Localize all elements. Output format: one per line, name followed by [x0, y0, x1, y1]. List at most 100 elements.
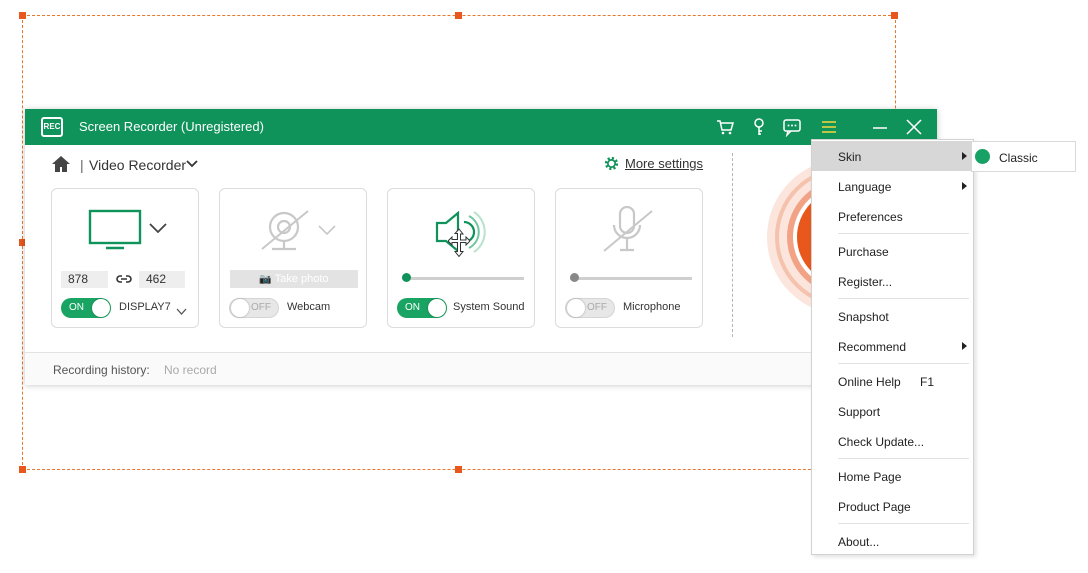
cart-icon[interactable] — [715, 117, 735, 137]
menu-item-label: Check Update... — [838, 435, 925, 449]
chevron-down-icon[interactable] — [185, 157, 199, 171]
menu-item-product-page[interactable]: Product Page — [812, 491, 973, 521]
breadcrumb-separator: | — [80, 157, 84, 173]
menu-item-shortcut: F1 — [920, 375, 935, 389]
microphone-disabled-icon[interactable] — [598, 205, 656, 255]
system-sound-slider[interactable] — [402, 277, 524, 280]
link-ratio-icon[interactable] — [116, 272, 132, 286]
recording-history-value[interactable]: No record — [164, 363, 217, 377]
menu-item-label: Language — [838, 180, 892, 194]
app-logo: REC — [41, 117, 63, 137]
display-card: 878 462 ON DISPLAY7 — [51, 188, 199, 328]
submenu-arrow-icon — [962, 152, 967, 160]
system-sound-slider-knob[interactable] — [402, 273, 411, 282]
menu-item-label: Register... — [838, 275, 893, 289]
menu-item-preferences[interactable]: Preferences — [812, 201, 973, 231]
webcam-disabled-icon[interactable] — [256, 207, 312, 253]
take-photo-button[interactable]: 📷 Take photo — [230, 270, 358, 288]
menu-item-register[interactable]: Register... — [812, 266, 973, 296]
menu-separator — [838, 363, 969, 364]
minimize-icon[interactable] — [870, 117, 890, 137]
close-icon[interactable] — [904, 117, 924, 137]
region-handle-bottom-middle[interactable] — [455, 466, 462, 473]
feedback-icon[interactable] — [782, 117, 802, 138]
recording-history-bar: Recording history: No record — [25, 352, 937, 385]
display-toggle[interactable]: ON — [61, 298, 111, 318]
toggle-label: ON — [69, 302, 84, 313]
camera-icon: 📷 — [259, 274, 272, 285]
menu-item-label: Product Page — [838, 500, 911, 514]
width-field[interactable]: 878 — [61, 271, 108, 288]
menu-item-label: About... — [838, 535, 880, 549]
toggle-knob — [92, 299, 110, 317]
webcam-dropdown-icon[interactable] — [318, 223, 336, 236]
menu-item-home-page[interactable]: Home Page — [812, 461, 973, 491]
menu-item-snapshot[interactable]: Snapshot — [812, 301, 973, 331]
region-handle-top-left[interactable] — [19, 12, 26, 19]
region-handle-top-middle[interactable] — [455, 12, 462, 19]
menu-item-label: Snapshot — [838, 310, 889, 324]
skin-submenu: Classic — [971, 141, 1076, 172]
divider — [732, 153, 733, 337]
menu-separator — [838, 233, 969, 234]
region-handle-top-right[interactable] — [891, 12, 898, 19]
microphone-label: Microphone — [623, 301, 681, 313]
menu-item-label: Recommend — [838, 340, 907, 354]
main-menu: Skin Language Preferences Purchase Regis… — [811, 139, 974, 555]
recorder-mode-select[interactable]: Video Recorder — [89, 157, 186, 173]
menu-item-label: Purchase — [838, 245, 889, 259]
more-settings-link[interactable]: More settings — [625, 156, 703, 171]
menu-item-recommend[interactable]: Recommend — [812, 331, 973, 361]
webcam-toggle[interactable]: OFF — [229, 298, 279, 318]
skin-color-swatch — [975, 149, 990, 164]
display-label: DISPLAY7 — [119, 301, 171, 313]
recording-history-label: Recording history: — [53, 363, 150, 377]
menu-item-support[interactable]: Support — [812, 396, 973, 426]
recorder-window: REC Screen Recorder (Unregistered) | Vid… — [25, 109, 937, 385]
display-select-chevron-icon[interactable] — [176, 303, 187, 315]
region-handle-bottom-left[interactable] — [19, 466, 26, 473]
window-title: Screen Recorder (Unregistered) — [79, 119, 264, 134]
toggle-label: ON — [405, 302, 420, 313]
microphone-card: OFF Microphone — [555, 188, 703, 328]
system-sound-card: ON System Sound — [387, 188, 535, 328]
take-photo-label: Take photo — [274, 273, 329, 285]
toggle-label: OFF — [587, 302, 607, 313]
microphone-toggle[interactable]: OFF — [565, 298, 615, 318]
menu-item-label: Home Page — [838, 470, 902, 484]
menu-item-label: Preferences — [838, 210, 903, 224]
skin-option-classic[interactable]: Classic — [999, 151, 1038, 165]
toggle-knob — [231, 299, 249, 317]
toggle-knob — [567, 299, 585, 317]
toggle-label: OFF — [251, 302, 271, 313]
menu-item-about[interactable]: About... — [812, 526, 973, 556]
menu-separator — [838, 298, 969, 299]
menu-item-label: Online Help — [838, 375, 901, 389]
microphone-slider-knob[interactable] — [570, 273, 579, 282]
move-cursor-icon — [447, 227, 471, 259]
submenu-arrow-icon — [962, 342, 967, 350]
gear-icon[interactable] — [603, 155, 620, 172]
menu-separator — [838, 523, 969, 524]
system-sound-label: System Sound — [453, 301, 525, 313]
title-bar[interactable]: REC Screen Recorder (Unregistered) — [25, 109, 937, 145]
height-field[interactable]: 462 — [139, 271, 185, 288]
system-sound-toggle[interactable]: ON — [397, 298, 447, 318]
menu-icon[interactable] — [819, 117, 839, 137]
menu-item-purchase[interactable]: Purchase — [812, 236, 973, 266]
menu-item-check-update[interactable]: Check Update... — [812, 426, 973, 456]
menu-item-label: Skin — [838, 150, 862, 164]
submenu-arrow-icon — [962, 182, 967, 190]
toggle-knob — [428, 299, 446, 317]
menu-item-skin[interactable]: Skin — [812, 141, 973, 171]
webcam-card: 📷 Take photo OFF Webcam — [219, 188, 367, 328]
display-dropdown-icon[interactable] — [148, 221, 168, 235]
menu-item-online-help[interactable]: Online Help F1 — [812, 366, 973, 396]
webcam-label: Webcam — [287, 301, 331, 313]
microphone-slider[interactable] — [570, 277, 692, 280]
monitor-icon[interactable] — [88, 209, 142, 251]
menu-item-language[interactable]: Language — [812, 171, 973, 201]
home-icon[interactable] — [51, 155, 71, 173]
key-icon[interactable] — [749, 117, 769, 137]
menu-item-label: Support — [838, 405, 881, 419]
